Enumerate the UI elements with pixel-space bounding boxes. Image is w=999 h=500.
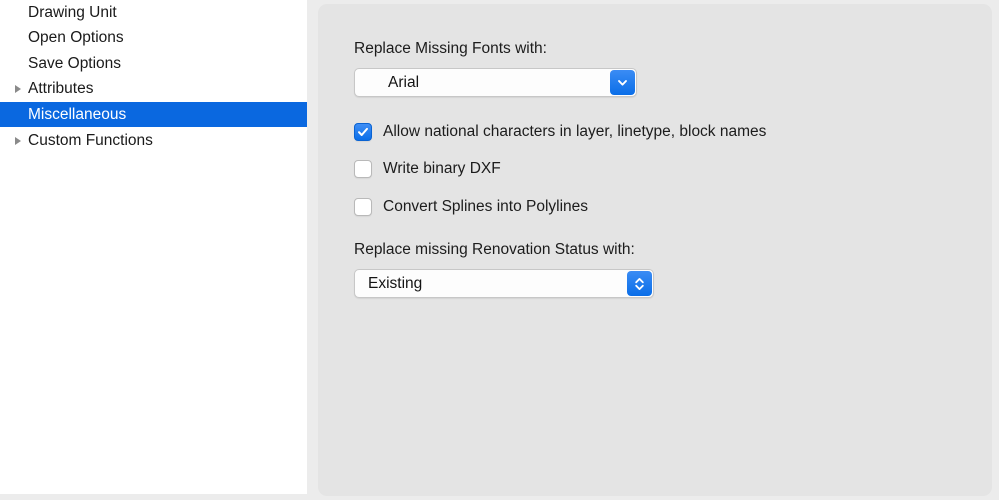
renovation-status-popup[interactable]: Existing [354, 269, 654, 298]
sidebar-item-label: Save Options [28, 55, 121, 73]
checkbox-label: Allow national characters in layer, line… [383, 123, 766, 141]
miscellaneous-settings-panel: Replace Missing Fonts with: Arial Allow … [318, 4, 992, 496]
sidebar-item-label: Open Options [28, 29, 124, 47]
settings-category-sidebar[interactable]: Drawing Unit Open Options Save Options A… [0, 0, 307, 494]
sidebar-item-attributes[interactable]: Attributes [0, 76, 307, 101]
checkbox-label: Write binary DXF [383, 160, 501, 178]
sidebar-item-drawing-unit[interactable]: Drawing Unit [0, 0, 307, 25]
renovation-status-value: Existing [355, 275, 653, 293]
write-binary-dxf-checkbox-row[interactable]: Write binary DXF [354, 158, 501, 180]
sidebar-item-label: Attributes [28, 80, 93, 98]
sidebar-item-custom-functions[interactable]: Custom Functions [0, 128, 307, 153]
checkbox-unchecked-icon[interactable] [354, 160, 372, 178]
checkbox-checked-icon[interactable] [354, 123, 372, 141]
sidebar-item-label: Miscellaneous [28, 106, 126, 124]
sidebar-item-label: Custom Functions [28, 132, 153, 150]
replace-missing-fonts-value: Arial [355, 74, 636, 92]
sidebar-item-label: Drawing Unit [28, 4, 117, 22]
replace-missing-fonts-dropdown[interactable]: Arial [354, 68, 637, 97]
allow-national-characters-checkbox-row[interactable]: Allow national characters in layer, line… [354, 121, 766, 143]
replace-renovation-status-label: Replace missing Renovation Status with: [354, 241, 635, 259]
chevron-up-down-icon[interactable] [627, 271, 652, 296]
sidebar-item-miscellaneous[interactable]: Miscellaneous [0, 102, 307, 127]
sidebar-item-save-options[interactable]: Save Options [0, 51, 307, 76]
checkbox-label: Convert Splines into Polylines [383, 198, 588, 216]
sidebar-item-open-options[interactable]: Open Options [0, 25, 307, 50]
chevron-down-icon[interactable] [610, 70, 635, 95]
convert-splines-into-polylines-checkbox-row[interactable]: Convert Splines into Polylines [354, 196, 588, 218]
checkbox-unchecked-icon[interactable] [354, 198, 372, 216]
replace-missing-fonts-label: Replace Missing Fonts with: [354, 40, 547, 58]
